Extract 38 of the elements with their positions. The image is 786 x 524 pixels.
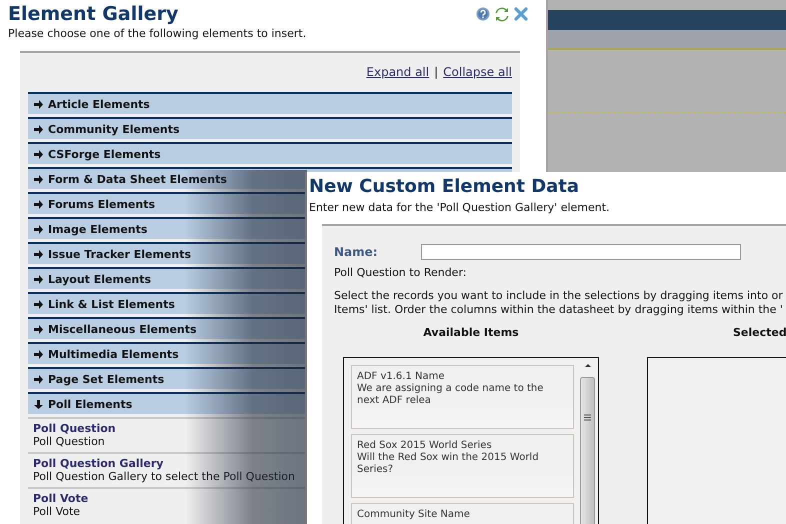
element-title[interactable]: Poll Vote	[33, 492, 88, 505]
right-arrow-icon	[34, 100, 43, 108]
right-arrow-icon	[34, 300, 43, 308]
link-separator: |	[434, 65, 438, 79]
scrollbar-thumb[interactable]	[580, 377, 595, 524]
render-label: Poll Question to Render:	[334, 266, 468, 280]
right-arrow-icon	[34, 150, 43, 158]
category-header[interactable]: CSForge Elements	[28, 142, 512, 164]
right-arrow-icon	[34, 274, 43, 284]
list-item[interactable]: Community Site Name	[351, 503, 574, 524]
column-heading: Selected	[732, 326, 786, 339]
down-arrow-icon	[34, 400, 43, 408]
expand-all-link[interactable]: Expand all	[366, 65, 430, 79]
name-label: Name:	[334, 245, 379, 259]
dialog-title: Element Gallery	[8, 2, 178, 26]
element-description: Poll Question	[33, 435, 105, 449]
right-arrow-icon	[34, 324, 43, 334]
right-arrow-icon	[34, 350, 43, 358]
close-icon[interactable]	[514, 7, 528, 21]
element-description: Poll Question Gallery to select the Poll Question	[33, 470, 295, 484]
right-arrow-icon	[34, 224, 43, 234]
element-description: Poll Vote	[33, 505, 80, 519]
element-title[interactable]: Poll Question	[33, 422, 116, 435]
right-arrow-icon	[34, 374, 43, 384]
collapse-all-link[interactable]: Collapse all	[443, 65, 512, 79]
right-arrow-icon	[34, 124, 43, 134]
help-icon[interactable]	[476, 7, 490, 21]
right-arrow-icon	[34, 174, 43, 184]
right-arrow-icon	[34, 250, 43, 258]
list-item[interactable]: Red Sox 2015 World Series Will the Red Sox win the 2015 World Series?	[351, 434, 574, 498]
category-header[interactable]: Article Elements	[28, 92, 512, 114]
right-arrow-icon	[34, 200, 43, 208]
list-item[interactable]: ADF v1.6.1 Name We are assigning a code name to the next ADF relea	[351, 365, 574, 429]
element-title[interactable]: Poll Question Gallery	[33, 457, 164, 470]
category-header[interactable]: Community Elements	[28, 117, 512, 139]
name-field[interactable]	[421, 244, 741, 260]
instruction-text: Please choose one of the following elements to insert.	[8, 27, 308, 40]
refresh-icon[interactable]	[495, 6, 509, 22]
